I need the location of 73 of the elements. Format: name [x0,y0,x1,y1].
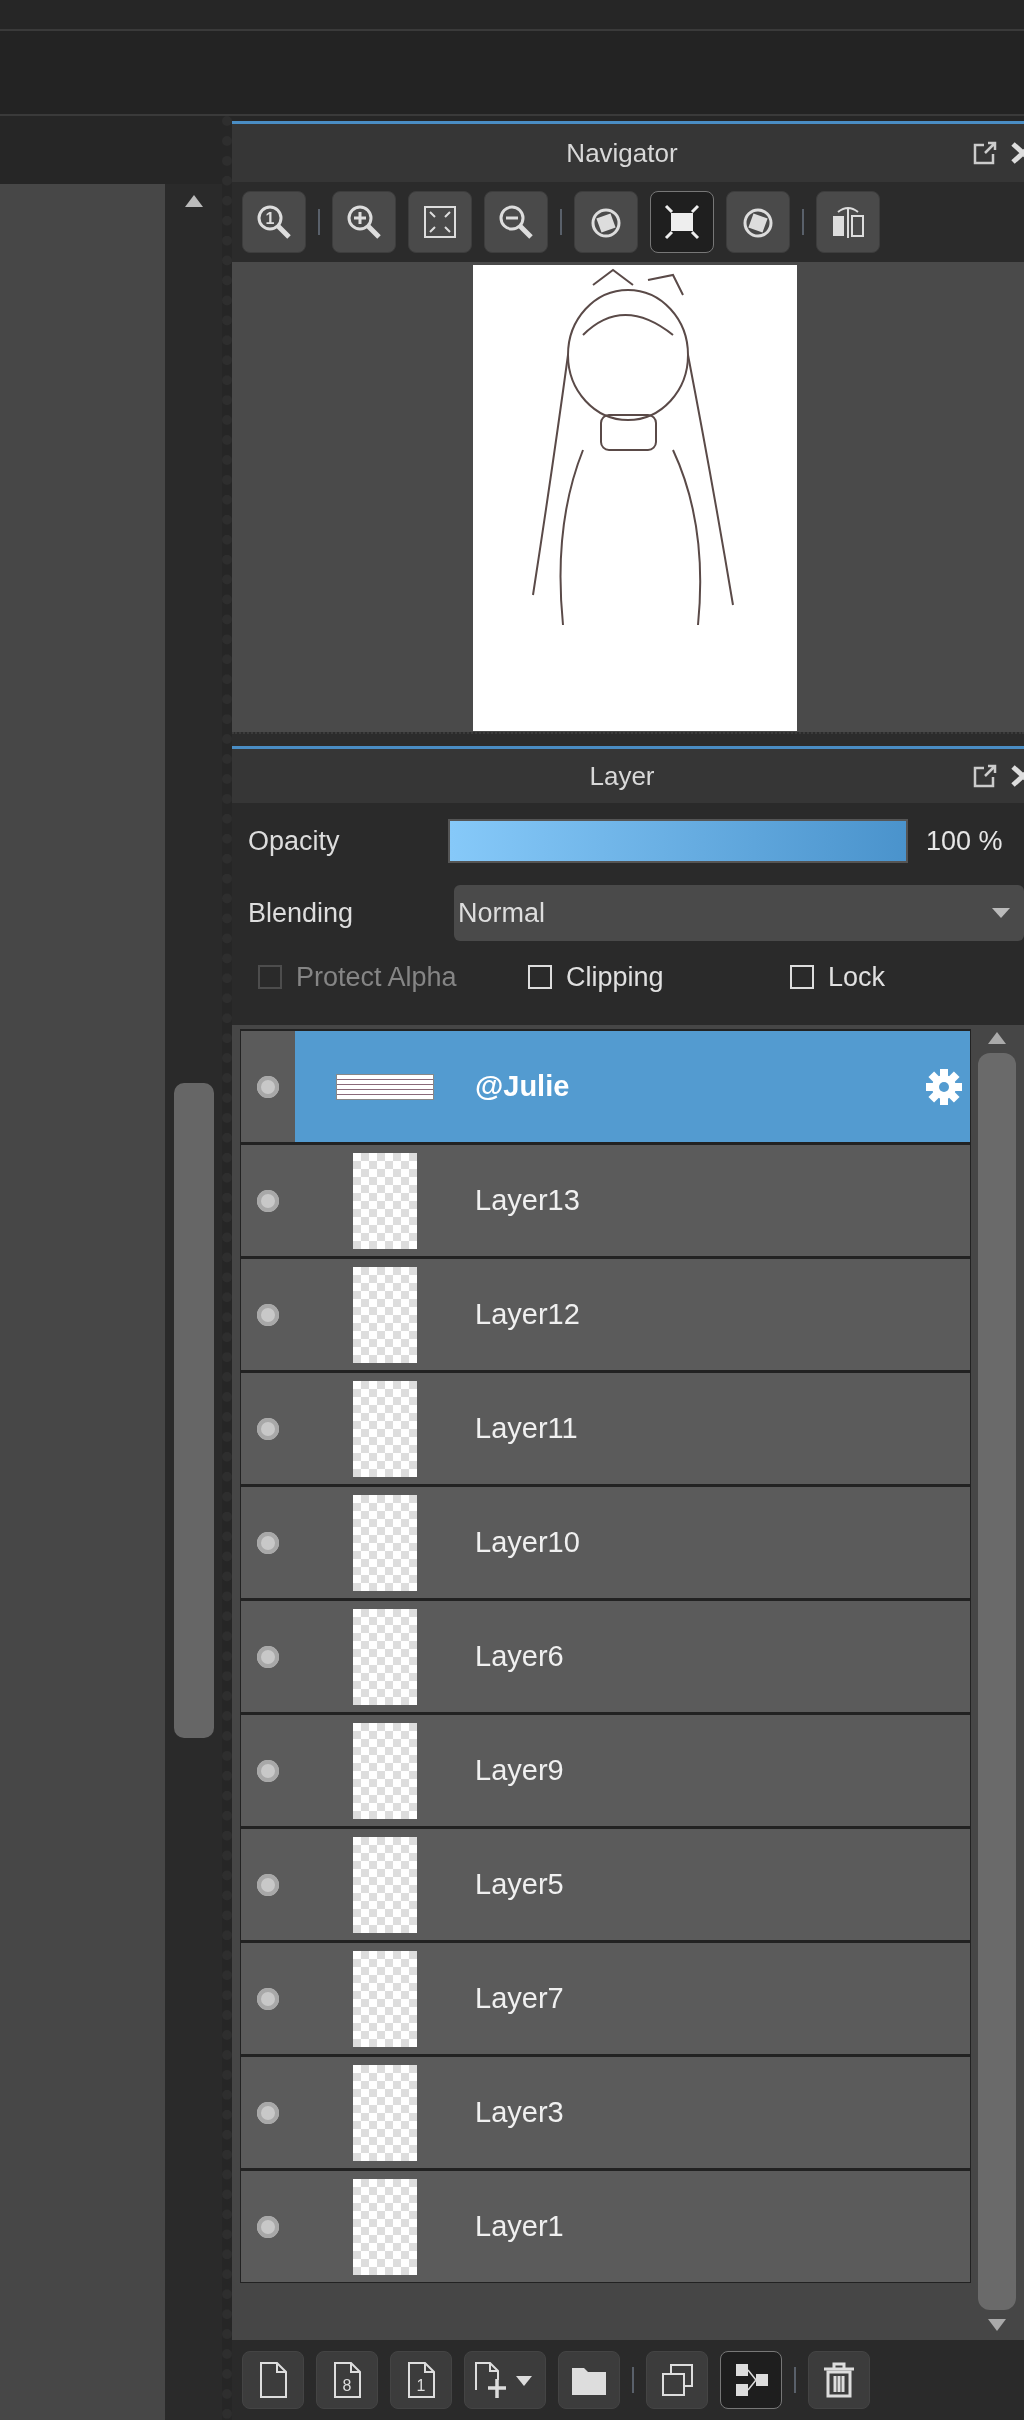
blending-dropdown[interactable]: Normal [454,885,1024,941]
layer-row[interactable]: Layer7 [240,1941,971,2055]
layer-row[interactable]: Layer1 [240,2169,971,2283]
layer-row[interactable]: Layer5 [240,1827,971,1941]
visibility-toggle[interactable] [257,2101,279,2124]
fit-frame-button[interactable] [408,191,472,253]
layer-row[interactable]: @Julie [240,1029,971,1143]
scroll-thumb[interactable] [978,1053,1016,2310]
layer-name: Layer6 [475,1640,565,1673]
zoom-actual-button[interactable]: 1 [242,191,306,253]
layer-row[interactable]: Layer12 [240,1257,971,1371]
checkbox-label: Clipping [566,961,664,993]
popout-icon[interactable] [972,763,998,789]
new-layer-button[interactable] [242,2351,304,2409]
option-checkbox[interactable]: Clipping [528,961,790,993]
add-menu-button[interactable] [464,2351,546,2409]
new-layer-1bit-button[interactable]: 1 [390,2351,452,2409]
checkbox-label: Lock [828,961,886,993]
duplicate-button[interactable] [646,2351,708,2409]
scroll-up-icon[interactable] [987,1031,1007,1045]
visibility-toggle[interactable] [257,1189,279,1212]
popout-icon[interactable] [972,140,998,166]
visibility-toggle[interactable] [257,1075,279,1098]
layer-row[interactable]: Layer10 [240,1485,971,1599]
layer-name: Layer12 [475,1298,581,1331]
fit-window-icon [662,202,702,242]
option-checkbox[interactable]: Lock [790,961,886,993]
visibility-toggle[interactable] [257,1759,279,1782]
layer-name: Layer7 [475,1982,565,2015]
scroll-down-icon[interactable] [987,2318,1007,2332]
visibility-toggle[interactable] [257,1987,279,2010]
layer-row[interactable]: Layer13 [240,1143,971,1257]
layer-row[interactable]: Layer3 [240,2055,971,2169]
layer-name: Layer5 [475,1868,565,1901]
layer-row[interactable]: Layer9 [240,1713,971,1827]
blending-label: Blending [248,897,355,929]
opacity-value: 100 % [926,825,1003,857]
layer-name: Layer13 [475,1184,581,1217]
close-icon[interactable] [1010,140,1024,166]
delete-button[interactable] [808,2351,870,2409]
dropdown-caret-icon [992,908,1010,918]
fit-window-button[interactable] [650,191,714,253]
rotate-right-button[interactable] [726,191,790,253]
panel-title: Layer [588,760,656,792]
scroll-thumb[interactable] [173,1083,214,1738]
visibility-toggle[interactable] [257,2215,279,2238]
settings-icon[interactable] [924,1066,964,1107]
layer-name: Layer9 [475,1754,565,1787]
checkbox-label: Protect Alpha [296,961,457,993]
flip-button[interactable] [816,191,880,253]
layer-row[interactable]: Layer6 [240,1599,971,1713]
layer-name: Layer3 [475,2096,565,2129]
scroll-up-icon[interactable] [183,194,204,208]
visibility-toggle[interactable] [257,1873,279,1896]
visibility-toggle[interactable] [257,1645,279,1668]
visibility-toggle[interactable] [257,1303,279,1326]
folder-button[interactable] [558,2351,620,2409]
visibility-toggle[interactable] [257,1417,279,1440]
close-icon[interactable] [1010,763,1024,789]
layer-name: @Julie [475,1070,571,1103]
layer-name: Layer11 [475,1412,579,1445]
new-layer-8bit-button[interactable]: 8 [316,2351,378,2409]
panel-title: Navigator [565,137,679,169]
layer-name: Layer10 [475,1526,581,1559]
zoom-out-button[interactable] [484,191,548,253]
visibility-toggle[interactable] [257,1531,279,1554]
zoom-in-button[interactable] [332,191,396,253]
merge-button[interactable] [720,2351,782,2409]
opacity-label: Opacity [248,825,341,857]
scrollbar[interactable] [165,184,222,2420]
rotate-left-button[interactable] [574,191,638,253]
layer-name: Layer1 [475,2210,565,2243]
layer-row[interactable]: Layer11 [240,1371,971,1485]
